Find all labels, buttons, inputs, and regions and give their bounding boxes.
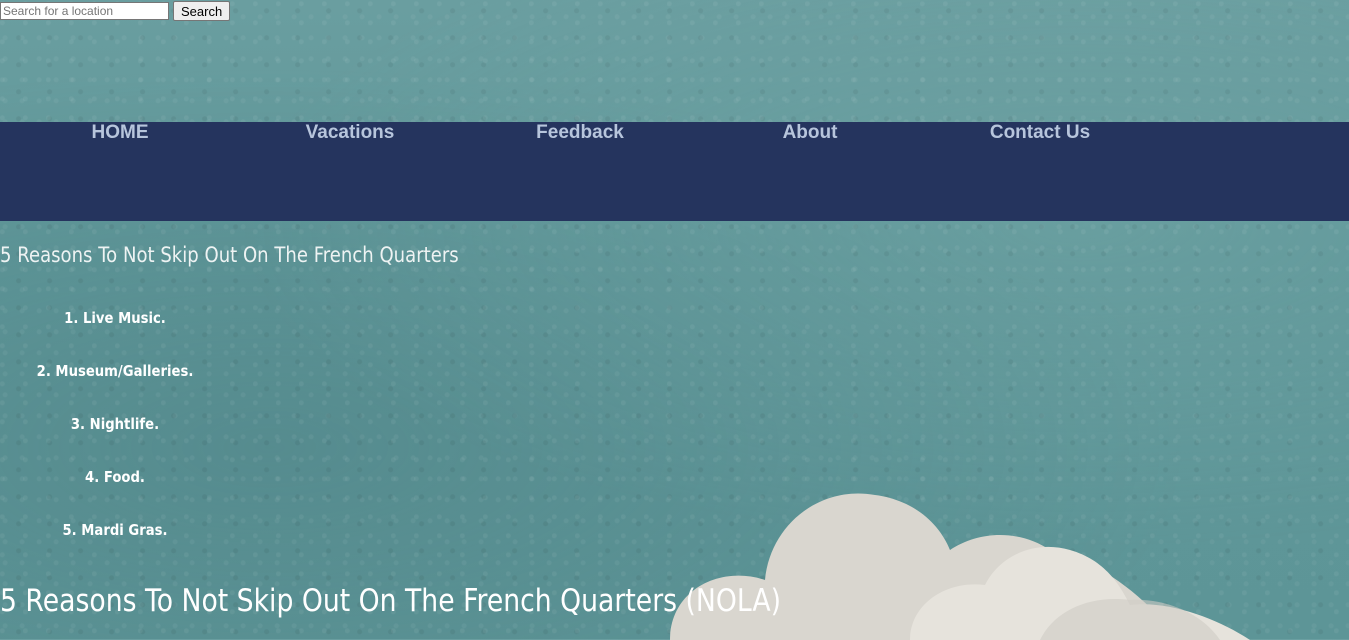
nav-vacations[interactable]: Vacations	[306, 122, 395, 221]
nav-about[interactable]: About	[783, 122, 838, 221]
list-item: 2. Museum/Galleries.	[36, 362, 194, 380]
article-subtitle: 5 Reasons To Not Skip Out On The French …	[0, 243, 459, 267]
search-input[interactable]	[0, 2, 169, 20]
nav-contact-us[interactable]: Contact Us	[990, 122, 1090, 221]
list-item: 5. Mardi Gras.	[62, 521, 168, 539]
search-button[interactable]: Search	[173, 1, 231, 21]
list-item: 1. Live Music.	[64, 309, 166, 327]
main-nav: HOME Vacations Feedback About Contact Us	[0, 122, 1349, 221]
nav-home[interactable]: HOME	[92, 122, 149, 221]
page-title: 5 Reasons To Not Skip Out On The French …	[0, 583, 781, 619]
list-item: 4. Food.	[85, 468, 145, 486]
list-item: 3. Nightlife.	[70, 415, 160, 433]
search-bar: Search	[0, 1, 231, 21]
nav-feedback[interactable]: Feedback	[536, 122, 624, 221]
